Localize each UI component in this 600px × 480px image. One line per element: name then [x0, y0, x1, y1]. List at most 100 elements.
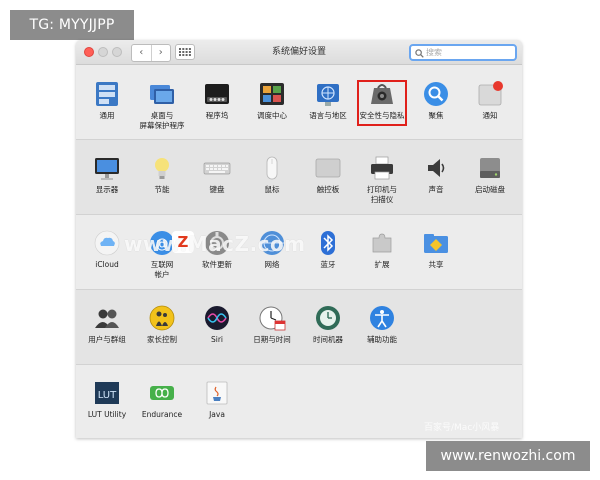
pref-users-groups[interactable]: 用户与群组	[79, 304, 135, 345]
trackpad-icon	[315, 158, 341, 178]
pref-label: 辅助功能	[367, 335, 397, 344]
lut-utility-icon: LUT	[95, 382, 119, 404]
pref-label: 网络	[264, 260, 280, 269]
preferences-row-personal: 通用 桌面与 屏幕保护程序 程序坞 调度中心 语言与地区 安全性与隐私 聚焦 通…	[76, 65, 522, 139]
pref-label: 蓝牙	[320, 260, 336, 269]
pref-label: 聚焦	[428, 111, 444, 120]
pref-label: 互联网 帐户	[150, 260, 174, 279]
desktop-screensaver-icon	[150, 85, 174, 104]
printers-scanners-icon	[371, 156, 393, 180]
energy-saver-icon	[155, 158, 169, 179]
siri-icon	[205, 306, 229, 330]
bluetooth-icon	[321, 231, 335, 255]
pref-label: 声音	[428, 185, 444, 194]
preferences-row-hardware: 显示器 节能 键盘 鼠标 触控板 打印机与 扫描仪 声音 启动磁盘	[76, 140, 522, 214]
pref-label: 程序坞	[205, 111, 229, 120]
pref-label: 通用	[99, 111, 115, 120]
pref-label: 软件更新	[202, 260, 232, 269]
pref-label: LUT Utility	[87, 410, 127, 419]
system-preferences-window: ‹ › 系统偏好设置 搜索 通用 桌面与 屏幕保护程序 程序坞 调度中心 语言与…	[76, 40, 522, 438]
pref-label: 桌面与 屏幕保护程序	[139, 111, 185, 130]
general-icon	[96, 82, 118, 106]
users-groups-icon	[95, 309, 119, 328]
extensions-icon	[372, 233, 392, 253]
pref-label: 通知	[482, 111, 498, 120]
keyboard-icon	[203, 162, 231, 175]
section-divider	[76, 214, 522, 215]
pref-label: 打印机与 扫描仪	[367, 185, 397, 204]
sharing-icon	[424, 234, 448, 253]
pref-siri[interactable]: Siri	[189, 304, 245, 345]
watermark-text: www.MacZ.com	[124, 232, 306, 256]
pref-spotlight[interactable]: 聚焦	[408, 80, 464, 121]
sound-icon	[428, 159, 445, 177]
accessibility-icon	[370, 306, 394, 330]
pref-label: Endurance	[141, 410, 183, 419]
notifications-icon	[478, 81, 503, 106]
pref-general[interactable]: 通用	[79, 80, 135, 121]
pref-label: 触控板	[316, 185, 340, 194]
startup-disk-icon	[480, 158, 500, 178]
mouse-icon	[266, 156, 278, 180]
java-icon	[206, 381, 228, 405]
pref-label: 家长控制	[147, 335, 177, 344]
pref-label: 语言与地区	[309, 111, 347, 120]
pref-label: 启动磁盘	[475, 185, 505, 194]
pref-desktop-screensaver[interactable]: 桌面与 屏幕保护程序	[134, 80, 190, 131]
tg-overlay-label: TG: MYYJJPP	[10, 10, 134, 40]
pref-accessibility[interactable]: 辅助功能	[354, 304, 410, 345]
pref-bluetooth[interactable]: 蓝牙	[300, 229, 356, 270]
pref-energy-saver[interactable]: 节能	[134, 154, 190, 195]
section-divider	[76, 139, 522, 140]
pref-startup-disk[interactable]: 启动磁盘	[462, 154, 518, 195]
pref-label: 鼠标	[264, 185, 280, 194]
pref-lut-utility[interactable]: LUT LUT Utility	[79, 379, 135, 420]
pref-sound[interactable]: 声音	[408, 154, 464, 195]
website-overlay-label: www.renwozhi.com	[426, 441, 590, 471]
pref-endurance[interactable]: Endurance	[134, 379, 190, 420]
pref-keyboard[interactable]: 键盘	[189, 154, 245, 195]
pref-sharing[interactable]: 共享	[408, 229, 464, 270]
endurance-icon	[150, 386, 174, 400]
pref-label: Siri	[210, 335, 223, 344]
title-bar: ‹ › 系统偏好设置	[76, 40, 522, 65]
language-region-icon	[317, 84, 339, 106]
pref-parental-controls[interactable]: 家长控制	[134, 304, 190, 345]
pref-time-machine[interactable]: 时间机器	[300, 304, 356, 345]
pref-label: 扩展	[374, 260, 390, 269]
pref-label: 调度中心	[257, 111, 287, 120]
pref-label: 日期与时间	[253, 335, 291, 344]
time-machine-icon	[316, 306, 340, 330]
pref-java[interactable]: Java	[189, 379, 245, 420]
section-divider	[76, 364, 522, 365]
icloud-icon	[94, 230, 120, 256]
pref-mission-control[interactable]: 调度中心	[244, 80, 300, 121]
pref-label: 键盘	[209, 185, 225, 194]
credit-watermark: 百家号/Mac小风暴	[424, 423, 500, 433]
pref-language-region[interactable]: 语言与地区	[300, 80, 356, 121]
dock-icon	[205, 84, 229, 104]
pref-trackpad[interactable]: 触控板	[300, 154, 356, 195]
pref-notifications[interactable]: 通知	[462, 80, 518, 121]
pref-displays[interactable]: 显示器	[79, 154, 135, 195]
pref-date-time[interactable]: 日期与时间	[244, 304, 300, 345]
svg-text:LUT: LUT	[98, 390, 117, 401]
pref-label: 时间机器	[313, 335, 343, 344]
search-input[interactable]	[426, 46, 512, 59]
pref-printers-scanners[interactable]: 打印机与 扫描仪	[354, 154, 410, 205]
mission-control-icon	[260, 83, 284, 105]
pref-label: 共享	[428, 260, 444, 269]
parental-controls-icon	[149, 305, 175, 331]
spotlight-icon	[424, 82, 448, 106]
pref-extensions[interactable]: 扩展	[354, 229, 410, 270]
pref-label: 节能	[154, 185, 170, 194]
search-box[interactable]	[409, 44, 517, 61]
pref-mouse[interactable]: 鼠标	[244, 154, 300, 195]
displays-icon	[95, 158, 119, 180]
date-time-icon	[259, 306, 286, 331]
security-highlight-box	[357, 80, 407, 126]
pref-dock[interactable]: 程序坞	[189, 80, 245, 121]
pref-label: iCloud	[95, 260, 119, 269]
preferences-row-system: 用户与群组 家长控制 Siri 日期与时间 时间机器 辅助功能	[76, 290, 522, 364]
pref-label: 显示器	[95, 185, 119, 194]
